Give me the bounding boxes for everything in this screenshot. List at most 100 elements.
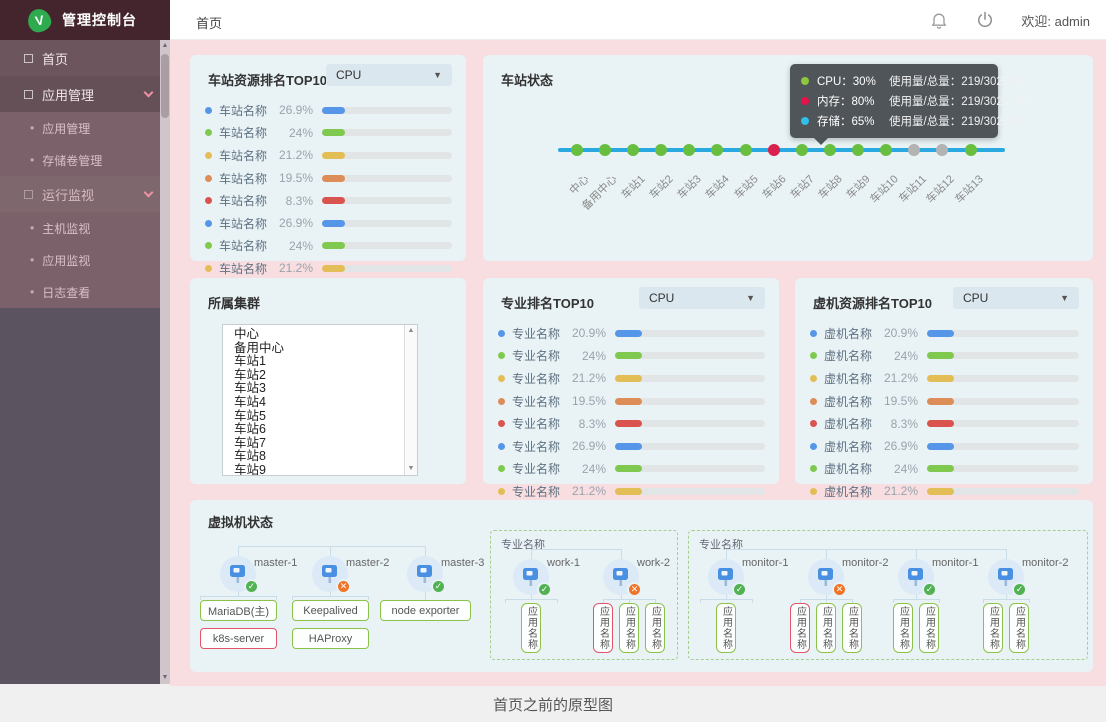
app-box-vertical[interactable]: 应用名称 [521,603,541,653]
sidebar-item-label: 日志查看 [42,284,90,301]
vm-host-icon[interactable]: ✕ [312,556,348,592]
list-item[interactable]: 车站1 [234,355,403,369]
rank-percent: 21.2% [564,371,606,385]
sidebar-item-log-view[interactable]: • 日志查看 [0,276,170,308]
sidebar-group-app-management[interactable]: 应用管理 [0,76,170,112]
app-box-vertical[interactable]: 应用名称 [816,603,836,653]
scroll-down-arrow[interactable]: ▼ [405,463,417,475]
sidebar-item-app-monitor[interactable]: • 应用监视 [0,244,170,276]
app-box-vertical[interactable]: 应用名称 [593,603,613,653]
station-node-dot[interactable] [683,144,695,156]
panel-station-rank: 车站资源排名TOP10 CPU ▼ 车站名称26.9% 车站名称24% 车站名称… [190,55,466,261]
list-item[interactable]: 中心 [234,328,403,342]
vm-host-icon[interactable]: ✕ [603,559,639,595]
vm-host-icon[interactable]: ✓ [898,559,934,595]
station-node-dot[interactable] [824,144,836,156]
scroll-up-arrow[interactable]: ▲ [405,325,417,337]
major-rank-metric-dropdown[interactable]: CPU ▼ [639,287,765,309]
tooltip-usage: 使用量/总量：219/3020 GB [889,113,1029,129]
station-node-dot[interactable] [796,144,808,156]
app-box-vertical[interactable]: 应用名称 [919,603,939,653]
connector-line [531,549,532,559]
scroll-down-arrow[interactable]: ▼ [160,672,170,684]
station-node-dot[interactable] [599,144,611,156]
station-node-dot[interactable] [655,144,667,156]
rank-row: 车站名称19.5% [205,167,452,190]
rank-row: 虚机名称26.9% [810,435,1079,458]
connector-line [292,596,369,597]
cluster-listbox[interactable]: 中心 备用中心 车站1 车站2 车站3 车站4 车站5 车站6 车站7 车站8 … [222,324,418,476]
app-box[interactable]: Keepalived [292,600,369,621]
rank-dot [810,330,817,337]
list-item[interactable]: 车站9 [234,464,403,476]
vm-host-icon[interactable]: ✓ [407,556,443,592]
station-node-dot[interactable] [908,144,920,156]
rank-percent: 26.9% [564,439,606,453]
app-box[interactable]: MariaDB(主) [200,600,277,621]
app-box-vertical[interactable]: 应用名称 [893,603,913,653]
app-box-vertical[interactable]: 应用名称 [1009,603,1029,653]
vm-host-icon[interactable]: ✓ [220,556,256,592]
rank-bar-fill [322,242,345,249]
status-badge: ✓ [1012,582,1027,597]
vm-host-icon[interactable]: ✓ [988,559,1024,595]
vm-node-name: work-2 [637,557,670,569]
app-box[interactable]: node exporter [380,600,471,621]
list-item[interactable]: 车站6 [234,423,403,437]
scroll-up-arrow[interactable]: ▲ [160,40,170,52]
station-node-dot[interactable] [627,144,639,156]
app-box-vertical[interactable]: 应用名称 [790,603,810,653]
notification-bell-icon[interactable] [929,10,949,30]
connector-line [330,546,331,556]
station-node-dot[interactable] [852,144,864,156]
vm-host-icon[interactable]: ✓ [513,559,549,595]
sidebar-item-storage-management[interactable]: • 存储卷管理 [0,144,170,176]
station-node-dot[interactable] [740,144,752,156]
app-box-vertical[interactable]: 应用名称 [983,603,1003,653]
list-item[interactable]: 车站4 [234,396,403,410]
list-item[interactable]: 车站8 [234,450,403,464]
app-box-vertical[interactable]: 应用名称 [842,603,862,653]
sidebar-scrollbar[interactable]: ▲ ▼ [160,40,170,684]
rank-label: 车站名称 [219,102,271,119]
scrollbar-thumb[interactable] [161,54,169,118]
app-title: 管理控制台 [62,10,137,30]
vm-host-icon[interactable]: ✓ [708,559,744,595]
power-logout-icon[interactable] [975,10,995,30]
rank-row: 虚机名称8.3% [810,412,1079,435]
station-node-dot[interactable] [711,144,723,156]
app-box[interactable]: k8s-server [200,628,277,649]
connector-line [238,546,425,547]
station-node-dot[interactable] [965,144,977,156]
app-box-vertical[interactable]: 应用名称 [619,603,639,653]
app-box-vertical[interactable]: 应用名称 [716,603,736,653]
panel-title: 专业排名TOP10 [501,293,594,312]
sidebar-item-host-monitor[interactable]: • 主机监视 [0,212,170,244]
panel-vm-rank: 虚机资源排名TOP10 CPU ▼ 虚机名称20.9% 虚机名称24% 虚机名称… [795,278,1093,484]
listbox-scrollbar[interactable]: ▲ ▼ [404,325,417,475]
sidebar-item-home[interactable]: 首页 [0,40,170,76]
station-node-dot[interactable] [768,144,780,156]
app-box-vertical[interactable]: 应用名称 [645,603,665,653]
station-node-dot[interactable] [880,144,892,156]
connector-line [368,596,369,600]
rank-bar-track [322,175,452,182]
bullet-icon: • [30,253,34,267]
connector-line [425,592,426,600]
vm-rank-metric-dropdown[interactable]: CPU ▼ [953,287,1079,309]
station-node-dot[interactable] [936,144,948,156]
station-node-dot[interactable] [571,144,583,156]
station-rank-metric-dropdown[interactable]: CPU ▼ [326,64,452,86]
rank-bar-fill [322,220,345,227]
vm-host-icon[interactable]: ✕ [808,559,844,595]
main-content: 车站资源排名TOP10 CPU ▼ 车站名称26.9% 车站名称24% 车站名称… [170,40,1106,686]
app-box[interactable]: HAProxy [292,628,369,649]
station-node-label: 车站4 [701,171,732,202]
rank-bar-fill [322,107,345,114]
sidebar-item-app-management[interactable]: • 应用管理 [0,112,170,144]
sidebar-group-runtime-monitor[interactable]: 运行监视 [0,176,170,212]
panel-vm-status: 虚拟机状态 ✓ master-1 MariaDB(主) k8s-server ✕… [190,500,1093,672]
list-item[interactable]: 车站3 [234,382,403,396]
station-node-label: 车站1 [617,171,648,202]
connector-line [505,599,506,603]
